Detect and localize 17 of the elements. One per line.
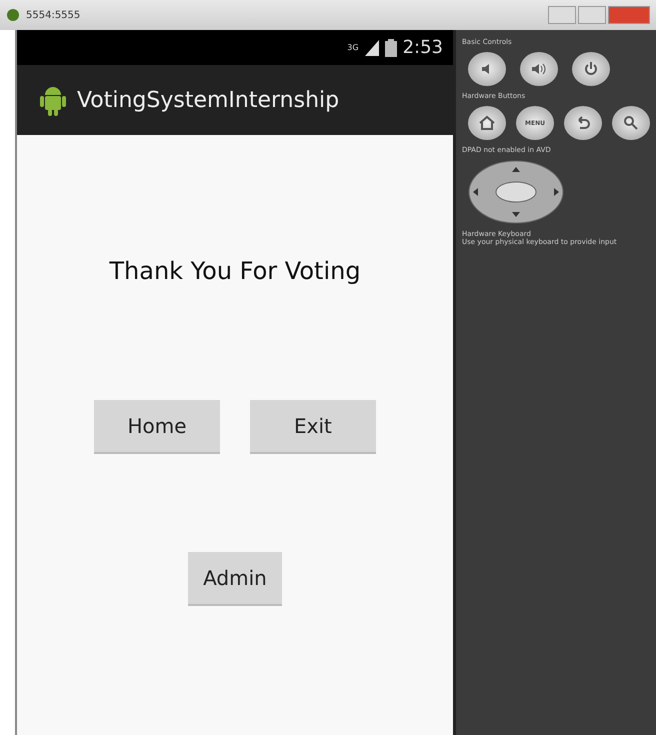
admin-button[interactable]: Admin (188, 552, 282, 606)
home-button[interactable]: Home (94, 400, 220, 454)
home-icon[interactable] (468, 106, 506, 140)
thank-you-message: Thank You For Voting (109, 257, 361, 285)
volume-up-icon[interactable] (520, 52, 558, 86)
window-title: 5554:5555 (26, 10, 80, 20)
exit-button[interactable]: Exit (250, 400, 376, 454)
clock: 2:53 (402, 37, 443, 58)
dpad-icon (468, 160, 564, 224)
signal-icon (364, 40, 379, 56)
app-title: VotingSystemInternship (76, 88, 340, 112)
search-icon[interactable] (612, 106, 650, 140)
power-icon[interactable] (572, 52, 610, 86)
volume-down-icon[interactable] (468, 52, 506, 86)
back-icon[interactable] (564, 106, 602, 140)
battery-icon (384, 38, 397, 56)
network-type: 3G (347, 43, 359, 52)
